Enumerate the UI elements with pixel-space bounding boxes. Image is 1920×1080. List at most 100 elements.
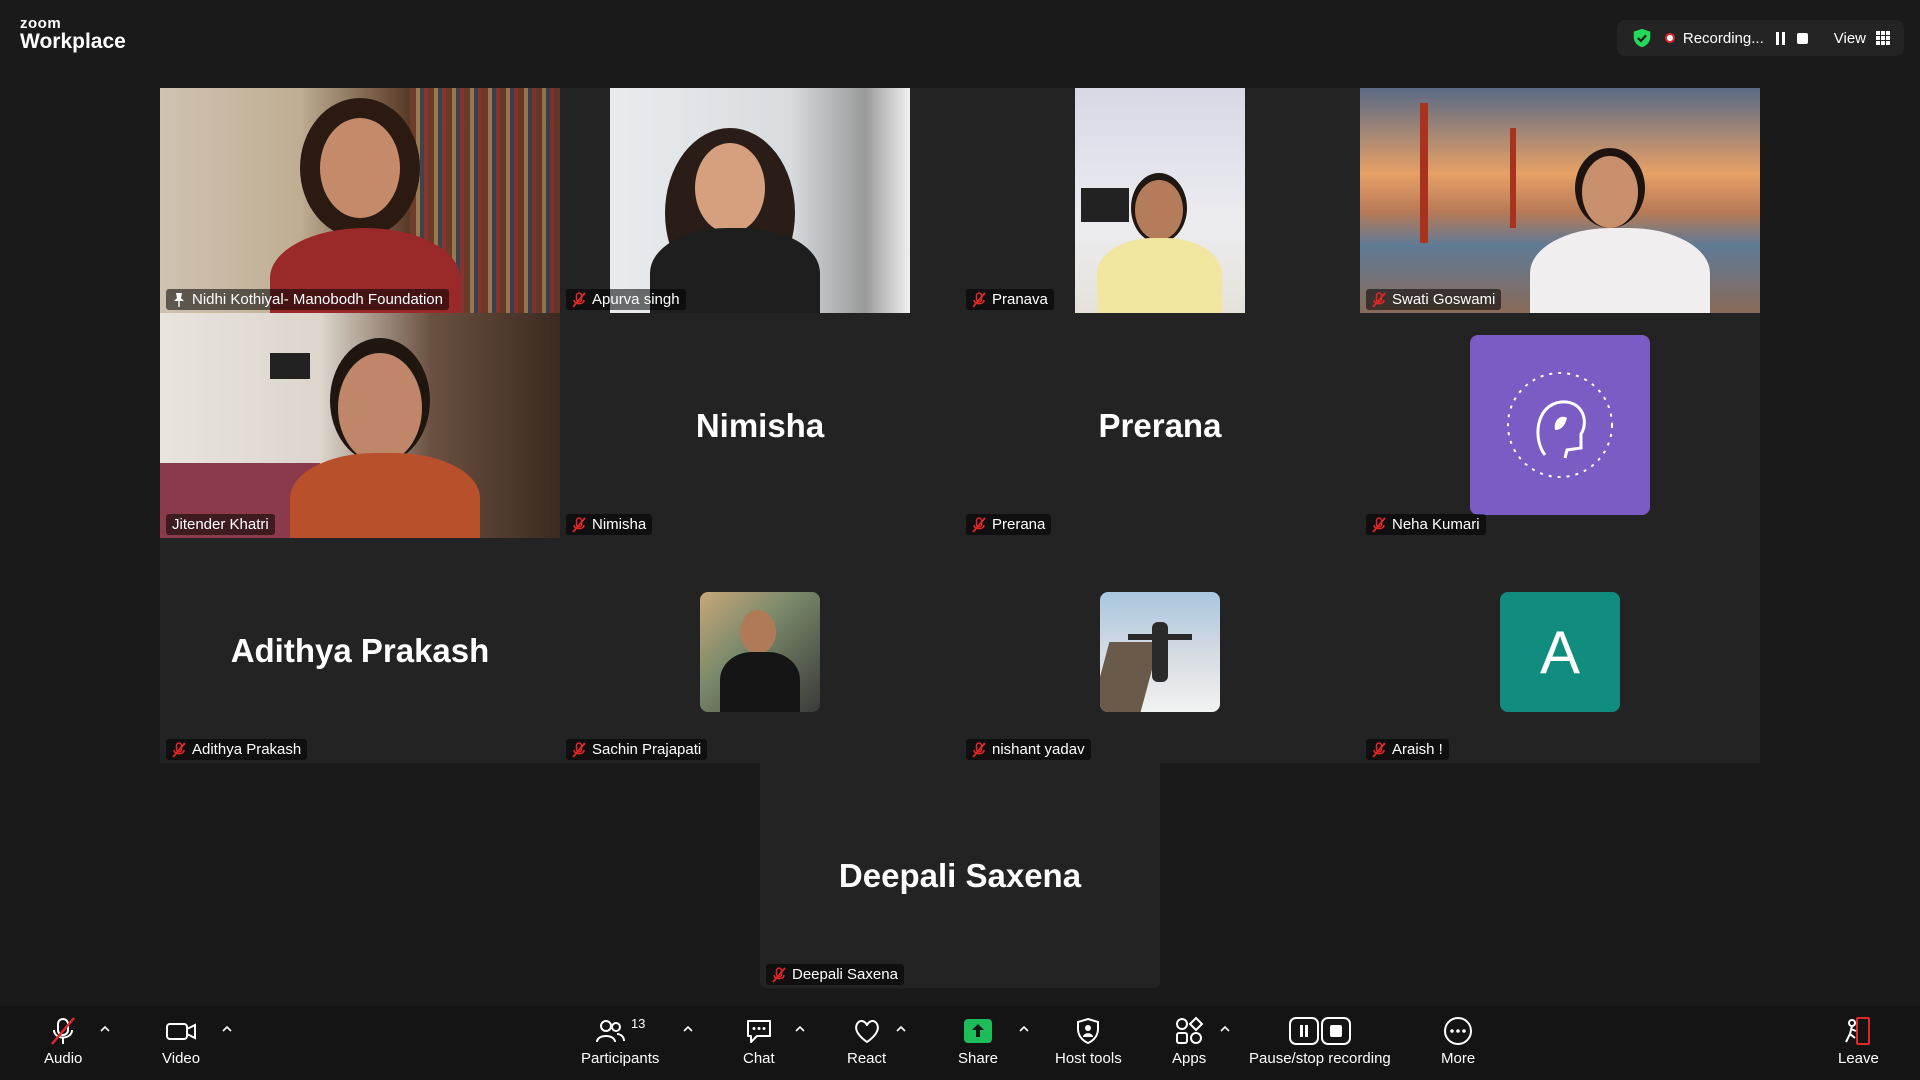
participant-tile[interactable]: Sachin Prajapati [560,538,960,763]
more-ellipsis-icon [1444,1017,1473,1045]
participant-name: Apurva singh [592,291,680,308]
security-shield-icon[interactable] [1631,27,1653,49]
recording-dot-icon [1664,33,1675,43]
leave-door-icon [1845,1017,1871,1045]
pause-stop-recording-label: Pause/stop recording [1249,1050,1391,1067]
participants-button[interactable]: 13 Participants [581,1016,659,1067]
gallery-grid-icon [1876,31,1890,45]
leave-button[interactable]: Leave [1838,1016,1879,1067]
share-label: Share [958,1050,999,1067]
participant-name: nishant yadav [992,741,1085,758]
participant-name: Swati Goswami [1392,291,1496,308]
participant-tile[interactable]: Neha Kumari [1360,313,1760,538]
pause-stop-recording-button[interactable]: Pause/stop recording [1249,1016,1391,1067]
participant-big-name: Nimisha [695,406,825,444]
letter-avatar: A [1500,592,1620,712]
participant-name-tag: Nimisha [566,514,653,535]
participant-video [160,313,560,538]
view-label: View [1833,29,1866,47]
apps-label: Apps [1172,1050,1207,1067]
participant-tile[interactable]: Swati Goswami [1360,88,1760,313]
video-label: Video [162,1050,201,1067]
participant-tile[interactable]: Prerana Prerana [960,313,1360,538]
participant-name-tag: Sachin Prajapati [566,739,708,760]
audio-button[interactable]: Audio [44,1016,82,1067]
participant-name: Neha Kumari [1392,516,1480,533]
participants-icon [595,1020,625,1043]
participant-name-tag: nishant yadav [966,739,1091,760]
profile-picture-avatar [700,592,820,712]
leave-label: Leave [1838,1050,1879,1067]
participant-video [610,88,910,313]
zoom-workplace-logo: zoom Workplace [20,16,126,52]
participant-big-name: Deepali Saxena [838,856,1082,894]
react-options-caret-icon[interactable] [895,1024,907,1034]
heart-icon [854,1020,879,1043]
participant-name-tag: Prerana [966,514,1052,535]
muted-mic-icon [972,291,986,308]
participant-tile[interactable]: A Araish ! [1360,538,1760,763]
participants-label: Participants [581,1050,660,1067]
chat-options-caret-icon[interactable] [794,1024,806,1034]
participant-big-name: Adithya Prakash [230,631,490,669]
participant-tile[interactable]: Deepali Saxena Deepali Saxena [760,763,1160,988]
participants-options-caret-icon[interactable] [682,1024,694,1034]
stop-recording-icon[interactable] [1796,32,1808,44]
participant-name-tag: Nidhi Kothiyal- Manobodh Foundation [166,289,449,310]
muted-mic-icon [1372,741,1386,758]
meeting-status-bar: Recording... View [1616,20,1904,56]
participant-name-tag: Jitender Khatri [166,514,275,535]
more-button[interactable]: More [1441,1016,1475,1067]
muted-mic-icon [972,741,986,758]
chat-bubble-icon [746,1020,771,1043]
participant-tile[interactable]: nishant yadav [960,538,1360,763]
participant-tile[interactable]: Nidhi Kothiyal- Manobodh Foundation [160,88,560,313]
video-options-caret-icon[interactable] [221,1024,233,1034]
participant-name-tag: Neha Kumari [1366,514,1486,535]
profile-picture-avatar [1100,592,1220,712]
apps-options-caret-icon[interactable] [1219,1024,1231,1034]
meeting-toolbar: Audio Video 13 Participants Chat React S… [0,1006,1920,1080]
profile-picture-avatar [1470,335,1650,515]
video-button[interactable]: Video [162,1016,200,1067]
participant-tile[interactable]: Jitender Khatri [160,313,560,538]
pause-recording-icon[interactable] [1775,31,1785,45]
pin-icon [174,292,184,307]
audio-label: Audio [44,1050,83,1067]
top-bar: zoom Workplace Recording... View [0,0,1920,64]
share-options-caret-icon[interactable] [1018,1024,1030,1034]
participant-tile[interactable]: Apurva singh [560,88,960,313]
participant-name-tag: Apurva singh [566,289,686,310]
pause-stop-recording-icon [1288,1017,1351,1045]
react-label: React [847,1050,887,1067]
participant-name: Adithya Prakash [192,741,302,758]
logo-workplace-text: Workplace [20,30,126,53]
share-button[interactable]: Share [958,1016,998,1067]
participant-name-tag: Pranava [966,289,1054,310]
participant-tile[interactable]: Pranava [960,88,1360,313]
chat-label: Chat [743,1050,775,1067]
muted-mic-icon [572,741,586,758]
participant-name: Pranava [992,291,1048,308]
participant-name-tag: Swati Goswami [1366,289,1502,310]
participant-name: Nimisha [592,516,647,533]
apps-icon [1176,1016,1204,1044]
participant-name: Jitender Khatri [172,516,269,533]
react-button[interactable]: React [847,1016,886,1067]
logo-zoom-text: zoom [20,15,62,32]
muted-mic-icon [572,291,586,308]
video-camera-icon [166,1023,197,1040]
apps-button[interactable]: Apps [1172,1016,1206,1067]
view-button[interactable]: View [1834,30,1890,47]
participant-tile[interactable]: Nimisha Nimisha [560,313,960,538]
muted-mic-icon [1372,291,1386,308]
participant-name: Nidhi Kothiyal- Manobodh Foundation [192,291,443,308]
recording-label: Recording... [1682,29,1764,47]
audio-options-caret-icon[interactable] [99,1024,111,1034]
participant-tile[interactable]: Adithya Prakash Adithya Prakash [160,538,560,763]
participant-name: Deepali Saxena [792,966,898,983]
host-tools-button[interactable]: Host tools [1055,1016,1122,1067]
host-shield-icon [1077,1017,1100,1045]
participant-name: Prerana [992,516,1046,533]
chat-button[interactable]: Chat [743,1016,775,1067]
